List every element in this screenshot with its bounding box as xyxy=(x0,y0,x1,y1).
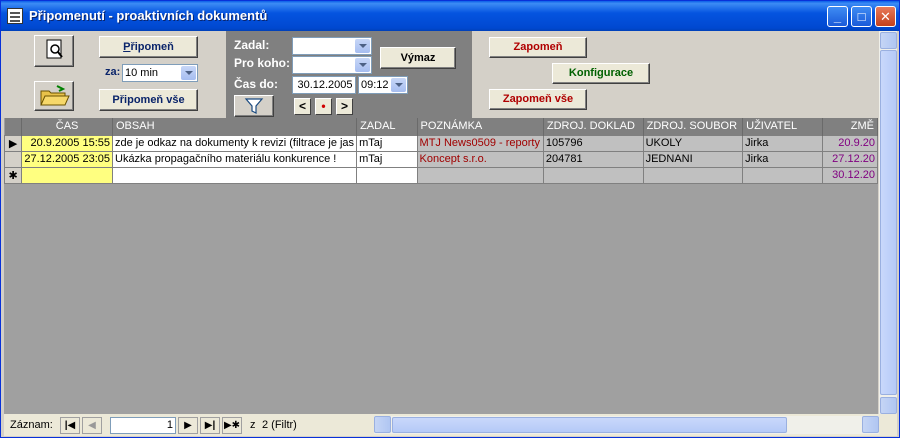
interval-select[interactable]: 10 min xyxy=(122,64,198,82)
close-button[interactable]: ✕ xyxy=(875,6,896,27)
maximize-button[interactable]: □ xyxy=(851,6,872,27)
chevron-down-icon[interactable] xyxy=(391,78,406,92)
cell-obsah[interactable]: Ukázka propagačního materiálu konkurence… xyxy=(111,150,358,168)
column-header-uzivatel[interactable]: UŽIVATEL xyxy=(742,118,823,135)
cell-cas[interactable]: 20.9.2005 15:55 xyxy=(21,134,113,152)
chevron-down-icon[interactable] xyxy=(355,39,370,53)
cell-obsah[interactable] xyxy=(111,166,358,184)
pro-koho-label: Pro koho: xyxy=(234,56,290,70)
cell-obsah[interactable]: zde je odkaz na dokumenty k revizi (filt… xyxy=(111,134,358,152)
column-header-zmena[interactable]: ZMĚ xyxy=(822,118,878,135)
form-icon xyxy=(7,8,23,24)
cell-zadal[interactable]: mTaj xyxy=(356,150,418,168)
new-record-button[interactable]: ▶✱ xyxy=(222,417,242,434)
cas-do-label: Čas do: xyxy=(234,77,279,91)
cell-soubor[interactable]: JEDNANI xyxy=(642,150,744,168)
minimize-button[interactable]: _ xyxy=(827,6,848,27)
cell-zmena[interactable]: 30.12.20 xyxy=(821,166,878,184)
nav-prev-button[interactable]: < xyxy=(294,98,311,115)
scroll-down-icon[interactable] xyxy=(880,397,897,414)
prev-record-button[interactable]: ◀ xyxy=(82,417,102,434)
preview-button[interactable] xyxy=(34,35,74,67)
scroll-right-icon[interactable] xyxy=(862,416,879,433)
column-header-soubor[interactable]: ZDROJ. SOUBOR xyxy=(643,118,744,135)
cell-zadal[interactable]: mTaj xyxy=(356,134,418,152)
record-selector-current[interactable]: ▶ xyxy=(4,134,23,152)
clear-button[interactable]: Výmaz xyxy=(380,47,456,69)
nav-next-button[interactable]: > xyxy=(336,98,353,115)
forget-all-button[interactable]: Zapomeň vše xyxy=(489,89,587,110)
form-header: Připomeň za: 10 min Připomeň vše Zadal: … xyxy=(4,31,878,118)
of-label: z xyxy=(250,419,256,431)
record-total: 2 (Filtr) xyxy=(262,419,297,431)
vertical-scroll-thumb[interactable] xyxy=(880,50,897,395)
table-row[interactable]: 27.12.2005 23:05 Ukázka propagačního mat… xyxy=(4,150,878,168)
last-record-button[interactable]: ▶| xyxy=(200,417,220,434)
title-bar[interactable]: Připomenutí - proaktivních dokumentů _ □… xyxy=(1,1,899,31)
cell-doklad[interactable] xyxy=(542,166,644,184)
app-window: Připomenutí - proaktivních dokumentů _ □… xyxy=(0,0,900,438)
cell-soubor[interactable] xyxy=(642,166,744,184)
interval-label: za: xyxy=(105,66,121,78)
magnifier-page-icon xyxy=(46,39,63,59)
cell-zmena[interactable]: 27.12.20 xyxy=(821,150,878,168)
cell-uzivatel[interactable] xyxy=(742,166,823,184)
forget-button[interactable]: Zapomeň xyxy=(489,37,587,58)
vertical-scrollbar[interactable] xyxy=(878,31,897,414)
next-record-button[interactable]: ▶ xyxy=(178,417,198,434)
cell-soubor[interactable]: UKOLY xyxy=(642,134,744,152)
record-label: Záznam: xyxy=(10,419,53,431)
cell-poznamka[interactable]: MTJ News0509 - reporty xyxy=(416,134,544,152)
zadal-select[interactable] xyxy=(292,37,372,55)
column-header-zadal[interactable]: ZADAL xyxy=(356,118,418,135)
record-number-input[interactable]: 1 xyxy=(110,417,176,434)
remind-all-button[interactable]: Připomeň vše xyxy=(99,89,198,111)
cell-uzivatel[interactable]: Jirka xyxy=(742,150,823,168)
first-record-button[interactable]: |◀ xyxy=(60,417,80,434)
folder-icon xyxy=(40,85,70,106)
column-header-cas[interactable]: ČAS xyxy=(21,118,113,135)
remind-label-rest: řipomeň xyxy=(130,41,174,53)
column-header-doklad[interactable]: ZDROJ. DOKLAD xyxy=(543,118,644,135)
corner-header xyxy=(4,118,23,135)
config-button[interactable]: Konfigurace xyxy=(552,63,650,84)
filter-panel: Zadal: Pro koho: Čas do: 30.12.2005 09:1… xyxy=(226,31,472,118)
date-field[interactable]: 30.12.2005 xyxy=(292,76,356,94)
cell-doklad[interactable]: 204781 xyxy=(542,150,644,168)
zadal-label: Zadal: xyxy=(234,38,270,52)
scroll-up-icon[interactable] xyxy=(880,32,897,49)
table-row[interactable]: ▶ 20.9.2005 15:55 zde je odkaz na dokume… xyxy=(4,134,878,152)
new-record-selector[interactable]: ✱ xyxy=(4,166,23,184)
cell-doklad[interactable]: 105796 xyxy=(542,134,644,152)
pro-koho-select[interactable] xyxy=(292,56,372,74)
filter-button[interactable] xyxy=(234,95,274,117)
records-table: ČAS OBSAH ZADAL POZNÁMKA ZDROJ. DOKLAD Z… xyxy=(4,118,878,184)
cell-uzivatel[interactable]: Jirka xyxy=(742,134,823,152)
horizontal-scroll-thumb[interactable] xyxy=(392,417,787,433)
cell-zmena[interactable]: 20.9.20 xyxy=(821,134,878,152)
datasheet[interactable]: ČAS OBSAH ZADAL POZNÁMKA ZDROJ. DOKLAD Z… xyxy=(4,118,878,414)
chevron-down-icon[interactable] xyxy=(355,58,370,72)
cell-cas[interactable] xyxy=(21,166,113,184)
chevron-down-icon[interactable] xyxy=(181,66,196,80)
nav-today-button[interactable]: • xyxy=(315,98,332,115)
new-record-row[interactable]: ✱ 30.12.20 xyxy=(4,166,878,184)
remind-button[interactable]: Připomeň xyxy=(99,36,198,58)
column-header-poznamka[interactable]: POZNÁMKA xyxy=(417,118,544,135)
column-header-obsah[interactable]: OBSAH xyxy=(112,118,358,135)
window-title: Připomenutí - proaktivních dokumentů xyxy=(29,8,268,23)
record-navigation-bar: Záznam: |◀ ◀ 1 ▶ ▶| ▶✱ z 2 (Filtr) xyxy=(4,414,897,436)
horizontal-scrollbar[interactable] xyxy=(374,416,879,434)
scroll-left-icon[interactable] xyxy=(374,416,391,433)
open-folder-button[interactable] xyxy=(34,81,74,111)
time-select[interactable]: 09:12 xyxy=(358,76,408,94)
record-selector[interactable] xyxy=(4,150,23,168)
header-row: ČAS OBSAH ZADAL POZNÁMKA ZDROJ. DOKLAD Z… xyxy=(4,118,878,135)
funnel-icon xyxy=(244,98,264,114)
cell-poznamka[interactable] xyxy=(416,166,544,184)
cell-zadal[interactable] xyxy=(356,166,418,184)
cell-poznamka[interactable]: Koncept s.r.o. xyxy=(416,150,544,168)
cell-cas[interactable]: 27.12.2005 23:05 xyxy=(21,150,113,168)
